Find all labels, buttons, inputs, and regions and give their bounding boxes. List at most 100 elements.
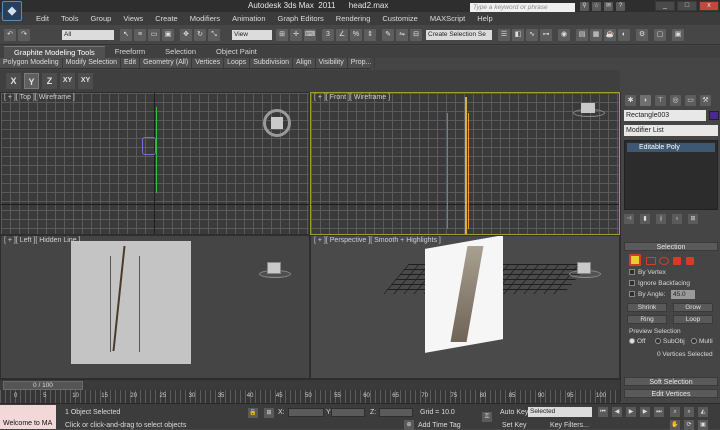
z-coordinate-field[interactable]	[379, 408, 413, 417]
menu-animation[interactable]: Animation	[226, 12, 271, 25]
key-mode-dropdown[interactable]: Selected	[528, 407, 592, 417]
select-manipulate-icon[interactable]: ✛	[290, 29, 302, 41]
ribbon-subdivision[interactable]: Subdivision	[250, 58, 293, 68]
previous-frame-icon[interactable]: ◀	[612, 407, 622, 417]
ignore-backfacing-checkbox[interactable]: Ignore Backfacing	[629, 280, 690, 287]
rectangular-selection-icon[interactable]: ▭	[148, 29, 160, 41]
edit-vertices-rollout-header[interactable]: Edit Vertices	[624, 389, 718, 398]
object-name-field[interactable]: Rectangle003	[624, 110, 706, 121]
utilities-tab-icon[interactable]: ⚒	[700, 95, 711, 106]
selected-object-marker[interactable]	[142, 137, 156, 155]
ribbon-visibility[interactable]: Visibility	[316, 58, 348, 68]
app-logo[interactable]: ◆	[2, 1, 22, 21]
motion-tab-icon[interactable]: ◎	[670, 95, 681, 106]
modify-tab-icon[interactable]: ◗	[640, 95, 651, 106]
key-filters-button[interactable]: Key Filters...	[550, 422, 589, 429]
pivot-icon[interactable]: ⊞	[276, 29, 288, 41]
rotate-icon[interactable]: ↻	[194, 29, 206, 41]
loop-button[interactable]: Loop	[673, 315, 713, 324]
rendered-frame-icon[interactable]: ▦	[590, 29, 602, 41]
spinner-snap-icon[interactable]: ⇕	[364, 29, 376, 41]
viewport-top[interactable]: [ + ][ Top ][ Wireframe ]	[0, 92, 310, 235]
viewcube[interactable]	[271, 117, 283, 129]
zoom-extents-icon[interactable]: ⌕	[670, 407, 680, 417]
graphite-toggle-icon[interactable]: ◧	[512, 29, 524, 41]
percent-snap-icon[interactable]: %	[350, 29, 362, 41]
render-production-icon[interactable]: ☕	[604, 29, 616, 41]
named-selection-dropdown[interactable]: Create Selection Se	[426, 30, 492, 40]
set-key-button[interactable]: Set Key	[502, 422, 527, 429]
make-unique-icon[interactable]: ∤	[656, 214, 666, 224]
menu-help[interactable]: Help	[471, 12, 498, 25]
auto-key-button[interactable]: Auto Key	[500, 409, 528, 416]
preview-off-radio[interactable]: Off	[629, 338, 646, 345]
create-tab-icon[interactable]: ✱	[625, 95, 636, 106]
minimize-button[interactable]: _	[655, 1, 675, 11]
show-end-result-icon[interactable]: ▮	[640, 214, 650, 224]
ribbon-vertices[interactable]: Vertices	[192, 58, 225, 68]
window-crossing-icon[interactable]: ▣	[162, 29, 174, 41]
viewcube[interactable]	[569, 260, 601, 280]
ribbon-geometry-all[interactable]: Geometry (All)	[140, 58, 193, 68]
snaps-toggle-icon[interactable]: 3	[322, 29, 334, 41]
angle-spinner[interactable]: 45.0	[671, 290, 695, 299]
align-icon[interactable]: ⊟	[410, 29, 422, 41]
ribbon-edit[interactable]: Edit	[121, 58, 141, 68]
viewport-label-front[interactable]: [ + ][ Front ][ Wireframe ]	[314, 94, 390, 101]
viewport-label-perspective[interactable]: [ + ][ Perspective ][ Smooth + Highlight…	[314, 237, 441, 244]
axis-xy-flyout-button[interactable]: XY	[78, 73, 93, 89]
select-by-name-icon[interactable]: ≡	[134, 29, 146, 41]
maximize-button[interactable]: □	[677, 1, 697, 11]
select-object-icon[interactable]: ↖	[120, 29, 132, 41]
display-tab-icon[interactable]: ▭	[685, 95, 696, 106]
mirror-icon[interactable]: ⇋	[396, 29, 408, 41]
move-icon[interactable]: ✥	[180, 29, 192, 41]
tab-selection[interactable]: Selection	[155, 46, 206, 58]
ribbon-loops[interactable]: Loops	[224, 58, 251, 68]
selection-filter-dropdown[interactable]: All	[62, 30, 114, 40]
schematic-view-icon[interactable]: ⊶	[540, 29, 552, 41]
vertex-mode-icon[interactable]	[629, 254, 641, 266]
selection-rollout-header[interactable]: Selection	[624, 242, 718, 251]
border-mode-icon[interactable]	[659, 257, 669, 265]
help-icon[interactable]: ?	[616, 2, 625, 11]
spline-object[interactable]	[156, 107, 157, 193]
menu-edit[interactable]: Edit	[30, 12, 55, 25]
curve-editor-icon[interactable]: ∿	[526, 29, 538, 41]
key-icon[interactable]: ⚿	[482, 412, 492, 422]
front-spline-outline[interactable]	[447, 113, 469, 229]
axis-x-button[interactable]: X	[6, 73, 21, 89]
edge-mode-icon[interactable]	[646, 257, 656, 265]
menu-views[interactable]: Views	[117, 12, 149, 25]
keyboard-shortcut-icon[interactable]: ⌨	[304, 29, 316, 41]
scale-icon[interactable]: ⤡	[208, 29, 220, 41]
material-editor-icon[interactable]: ◉	[558, 29, 570, 41]
go-to-end-icon[interactable]: ⏭	[654, 407, 664, 417]
viewcube[interactable]	[581, 103, 595, 113]
binoculars-icon[interactable]: ⚲	[580, 2, 589, 11]
menu-group[interactable]: Group	[84, 12, 117, 25]
stack-item-editable-poly[interactable]: Editable Poly	[627, 143, 715, 152]
render-last-icon[interactable]: ▣	[672, 29, 684, 41]
ribbon-align[interactable]: Align	[293, 58, 316, 68]
by-vertex-checkbox[interactable]: By Vertex	[629, 269, 666, 276]
viewport-perspective[interactable]: [ + ][ Perspective ][ Smooth + Highlight…	[310, 235, 620, 379]
edit-named-selection-icon[interactable]: ✎	[382, 29, 394, 41]
angle-snap-icon[interactable]: ∠	[336, 29, 348, 41]
polygon-mode-icon[interactable]	[673, 257, 681, 265]
go-to-start-icon[interactable]: ⏮	[598, 407, 608, 417]
y-coordinate-field[interactable]	[331, 408, 365, 417]
viewport-label-top[interactable]: [ + ][ Top ][ Wireframe ]	[4, 94, 75, 101]
axis-z-button[interactable]: Z	[42, 73, 57, 89]
viewcube[interactable]	[259, 260, 291, 280]
add-time-tag-button[interactable]: Add Time Tag	[418, 422, 461, 429]
preview-subobj-radio[interactable]: SubObj	[655, 338, 685, 345]
preview-multi-radio[interactable]: Multi	[691, 338, 713, 345]
viewport-left[interactable]: [ + ][ Left ][ Hidden Line ]	[0, 235, 310, 379]
remove-modifier-icon[interactable]: ♁	[672, 214, 682, 224]
menu-tools[interactable]: Tools	[55, 12, 85, 25]
x-coordinate-field[interactable]	[288, 408, 324, 417]
pin-stack-icon[interactable]: ⊣	[624, 214, 634, 224]
shrink-button[interactable]: Shrink	[627, 303, 667, 312]
zoom-all-icon[interactable]: ⌕	[684, 407, 694, 417]
